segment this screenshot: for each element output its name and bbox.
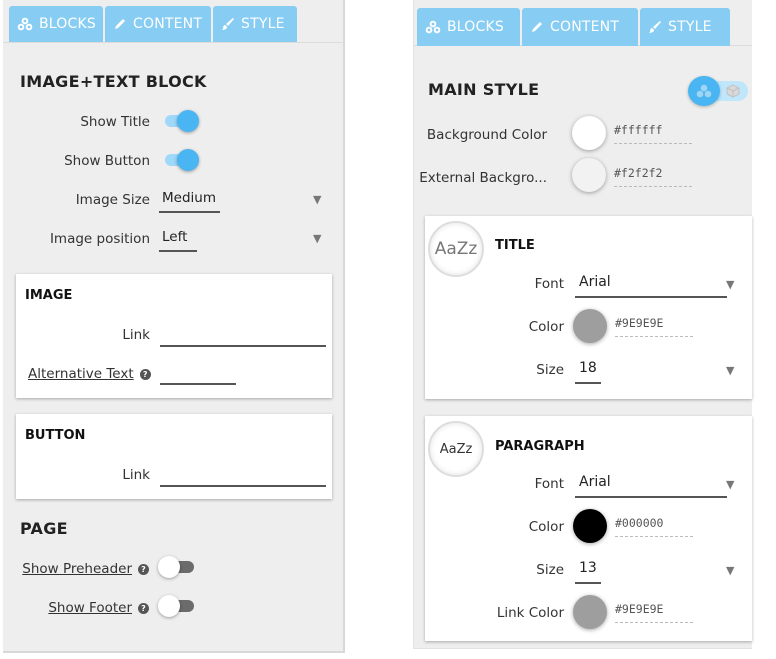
brush-icon [221, 17, 235, 31]
preheader-label-group: Show Preheader ? [22, 561, 149, 577]
title-size-select[interactable]: 18 [575, 360, 601, 384]
title-color-swatch[interactable] [573, 309, 607, 343]
help-icon[interactable]: ? [138, 602, 149, 614]
chevron-down-icon[interactable]: ▼ [726, 278, 734, 291]
title-font-label: Font [534, 276, 564, 292]
image-card: IMAGE Link Alternative Text ? [16, 274, 332, 398]
tab-content[interactable]: CONTENT [522, 8, 638, 46]
toggle-knob [158, 556, 180, 578]
title-card-title: TITLE [495, 238, 535, 253]
show-button-toggle[interactable] [163, 149, 199, 171]
button-card-title: BUTTON [25, 428, 86, 443]
button-card: BUTTON Link [16, 414, 332, 499]
chevron-down-icon[interactable]: ▼ [313, 232, 321, 245]
title-color-input[interactable]: #9E9E9E [615, 316, 693, 337]
cubes-icon [425, 20, 441, 34]
tab-blocks[interactable]: BLOCKS [417, 8, 520, 46]
show-title-toggle[interactable] [163, 110, 199, 132]
tab-label: STYLE [241, 16, 285, 32]
tab-divider [3, 42, 343, 43]
tab-label: BLOCKS [447, 19, 504, 35]
link-color-label: Link Color [496, 605, 564, 621]
external-background-swatch[interactable] [572, 158, 606, 192]
background-color-input[interactable]: #ffffff [614, 123, 692, 144]
paragraph-size-select[interactable]: 13 [575, 560, 601, 584]
style-mode-toggle[interactable] [688, 76, 750, 106]
help-icon[interactable]: ? [138, 563, 149, 575]
page-section-title: PAGE [20, 519, 68, 538]
brush-icon [648, 20, 662, 34]
external-background-input[interactable]: #f2f2f2 [614, 166, 692, 187]
chevron-down-icon[interactable]: ▼ [726, 564, 734, 577]
toggle-knob [177, 110, 199, 132]
show-footer-toggle[interactable] [158, 595, 194, 617]
alt-text-label[interactable]: Alternative Text [28, 366, 134, 382]
background-color-swatch[interactable] [572, 116, 606, 150]
paragraph-color-swatch[interactable] [573, 509, 607, 543]
image-card-title: IMAGE [25, 288, 73, 303]
paragraph-color-input[interactable]: #000000 [615, 516, 693, 537]
chevron-down-icon[interactable]: ▼ [726, 364, 734, 377]
image-position-label: Image position [49, 231, 150, 247]
chevron-down-icon[interactable]: ▼ [726, 478, 734, 491]
title-font-preview: AaZz [428, 221, 484, 277]
paragraph-card-title: PARAGRAPH [495, 439, 585, 454]
footer-label-group: Show Footer ? [48, 600, 149, 616]
image-size-value: Medium [159, 190, 220, 213]
alt-text-label-group: Alternative Text ? [28, 366, 151, 382]
link-color-input[interactable]: #9E9E9E [615, 602, 693, 623]
background-color-label: Background Color [426, 127, 547, 143]
chevron-down-icon[interactable]: ▼ [313, 193, 321, 206]
show-preheader-toggle[interactable] [158, 556, 194, 578]
button-link-label: Link [122, 467, 150, 483]
main-style-title: MAIN STYLE [428, 80, 540, 99]
tab-blocks[interactable]: BLOCKS [9, 6, 103, 42]
show-preheader-label[interactable]: Show Preheader [22, 561, 132, 577]
paragraph-color-label: Color [528, 519, 564, 535]
cubes-icon [17, 17, 33, 31]
help-icon[interactable]: ? [139, 368, 151, 380]
image-size-select[interactable]: Medium [159, 190, 220, 213]
tab-bar: BLOCKS CONTENT STYLE [417, 8, 730, 46]
content-panel: BLOCKS CONTENT STYLE IMAGE+TEXT BLOCK Sh… [3, 0, 345, 653]
cube-icon [726, 83, 740, 102]
title-style-card: AaZz TITLE Font Arial ▼ Color #9E9E9E Si… [425, 216, 752, 399]
tab-bar: BLOCKS CONTENT STYLE [9, 6, 297, 42]
style-panel: BLOCKS CONTENT STYLE MAIN STYLE Backgrou… [413, 0, 752, 649]
tab-style[interactable]: STYLE [213, 6, 297, 42]
show-button-label: Show Button [64, 153, 150, 169]
button-link-input[interactable] [160, 485, 326, 487]
tab-label: CONTENT [550, 19, 620, 35]
block-title: IMAGE+TEXT BLOCK [20, 72, 207, 91]
link-color-swatch[interactable] [573, 595, 607, 629]
pencil-icon [530, 20, 544, 34]
show-footer-label[interactable]: Show Footer [48, 600, 132, 616]
image-link-label: Link [122, 327, 150, 343]
tab-content[interactable]: CONTENT [105, 6, 211, 42]
alt-text-input[interactable] [160, 383, 236, 385]
tab-label: STYLE [668, 19, 712, 35]
title-size-label: Size [536, 362, 564, 378]
paragraph-font-select[interactable]: Arial [575, 474, 727, 498]
tab-label: CONTENT [133, 16, 203, 32]
cubes-icon [688, 76, 720, 106]
image-link-input[interactable] [160, 345, 326, 347]
toggle-knob [177, 149, 199, 171]
tab-style[interactable]: STYLE [640, 8, 730, 46]
paragraph-font-label: Font [534, 476, 564, 492]
paragraph-font-preview: AaZz [428, 421, 484, 477]
external-background-label: External Backgro... [419, 170, 547, 186]
toggle-knob [158, 595, 180, 617]
title-font-select[interactable]: Arial [575, 274, 727, 298]
image-size-label: Image Size [75, 192, 150, 208]
paragraph-size-label: Size [536, 562, 564, 578]
image-position-value: Left [159, 229, 198, 252]
tab-label: BLOCKS [39, 16, 96, 32]
paragraph-style-card: AaZz PARAGRAPH Font Arial ▼ Color #00000… [425, 416, 752, 641]
title-color-label: Color [528, 319, 564, 335]
show-title-label: Show Title [80, 114, 150, 130]
image-position-select[interactable]: Left [159, 229, 198, 252]
pencil-icon [113, 17, 127, 31]
